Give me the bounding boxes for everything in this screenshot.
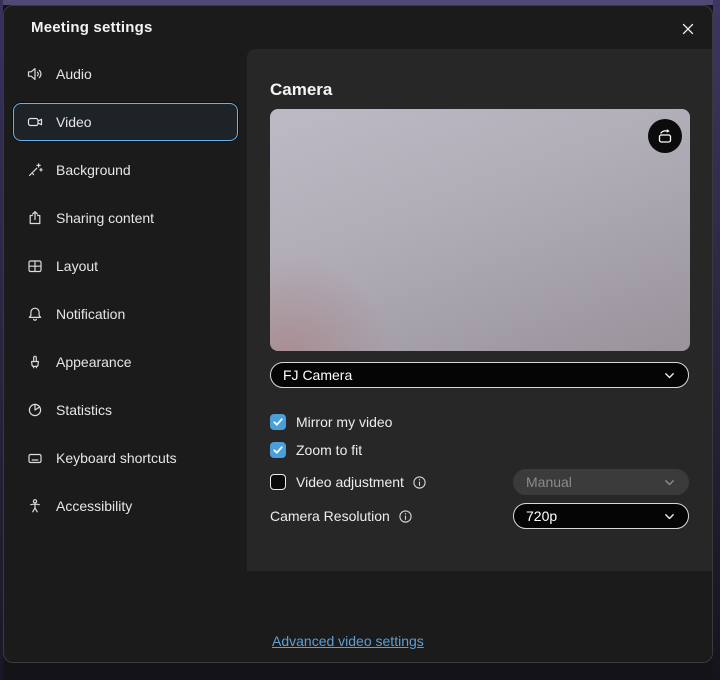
layout-grid-icon — [26, 257, 44, 275]
sidebar-item-statistics[interactable]: Statistics — [13, 391, 238, 429]
brush-icon — [26, 353, 44, 371]
accessibility-icon — [26, 497, 44, 515]
sidebar-item-label: Accessibility — [56, 498, 132, 514]
pie-chart-icon — [26, 401, 44, 419]
sidebar-item-label: Sharing content — [56, 210, 154, 226]
camera-resolution-value: 720p — [526, 508, 557, 524]
video-settings-panel: Camera FJ Camera — [247, 49, 712, 571]
zoom-to-fit-checkbox[interactable] — [270, 442, 286, 458]
close-button[interactable] — [674, 15, 702, 43]
camera-device-value: FJ Camera — [283, 367, 352, 383]
sidebar-item-notification[interactable]: Notification — [13, 295, 238, 333]
rotate-camera-icon — [655, 126, 675, 146]
video-camera-icon — [26, 113, 44, 131]
share-icon — [26, 209, 44, 227]
camera-resolution-label: Camera Resolution — [270, 508, 390, 524]
sidebar-item-label: Video — [56, 114, 92, 130]
video-adjustment-mode-value: Manual — [526, 474, 572, 490]
camera-resolution-row: Camera Resolution 720p — [270, 503, 689, 529]
zoom-to-fit-row: Zoom to fit — [270, 441, 689, 458]
bell-icon — [26, 305, 44, 323]
sidebar-item-label: Statistics — [56, 402, 112, 418]
video-adjustment-label[interactable]: Video adjustment — [296, 474, 404, 490]
mirror-video-checkbox[interactable] — [270, 414, 286, 430]
close-icon — [681, 22, 695, 36]
chevron-down-icon — [663, 476, 676, 489]
panel-footer: Advanced video settings — [247, 571, 712, 662]
dialog-title: Meeting settings — [31, 19, 153, 36]
sidebar-item-label: Keyboard shortcuts — [56, 450, 177, 466]
video-adjustment-row: Video adjustment Manual — [270, 469, 689, 495]
checkmark-icon — [272, 416, 284, 428]
info-icon[interactable] — [398, 509, 413, 524]
video-adjustment-checkbox[interactable] — [270, 474, 286, 490]
sidebar-item-label: Audio — [56, 66, 92, 82]
panel-heading: Camera — [270, 80, 688, 100]
sidebar-item-sharing-content[interactable]: Sharing content — [13, 199, 238, 237]
chevron-down-icon — [663, 510, 676, 523]
info-icon[interactable] — [412, 475, 427, 490]
camera-preview — [270, 109, 690, 351]
magic-wand-icon — [26, 161, 44, 179]
zoom-to-fit-label[interactable]: Zoom to fit — [296, 442, 362, 458]
camera-resolution-select[interactable]: 720p — [513, 503, 689, 529]
sidebar-item-label: Layout — [56, 258, 98, 274]
camera-device-select[interactable]: FJ Camera — [270, 362, 689, 388]
sidebar-item-layout[interactable]: Layout — [13, 247, 238, 285]
keyboard-icon — [26, 449, 44, 467]
mirror-video-row: Mirror my video — [270, 413, 689, 430]
rotate-camera-button[interactable] — [648, 119, 682, 153]
sidebar-item-label: Notification — [56, 306, 125, 322]
settings-sidebar: Audio Video — [4, 50, 247, 662]
sidebar-item-audio[interactable]: Audio — [13, 55, 238, 93]
desktop-background-right — [713, 0, 720, 680]
sidebar-item-appearance[interactable]: Appearance — [13, 343, 238, 381]
sidebar-item-accessibility[interactable]: Accessibility — [13, 487, 238, 525]
video-options: Mirror my video Zoom to fit — [270, 413, 689, 529]
sidebar-item-label: Appearance — [56, 354, 132, 370]
meeting-settings-dialog: Meeting settings Audio — [3, 5, 713, 663]
sidebar-item-background[interactable]: Background — [13, 151, 238, 189]
sidebar-item-video[interactable]: Video — [13, 103, 238, 141]
speaker-icon — [26, 65, 44, 83]
checkmark-icon — [272, 444, 284, 456]
desktop: Meeting settings Audio — [0, 0, 720, 680]
advanced-video-settings-link[interactable]: Advanced video settings — [272, 633, 424, 649]
mirror-video-label[interactable]: Mirror my video — [296, 414, 392, 430]
sidebar-item-label: Background — [56, 162, 131, 178]
chevron-down-icon — [663, 369, 676, 382]
sidebar-item-keyboard-shortcuts[interactable]: Keyboard shortcuts — [13, 439, 238, 477]
video-adjustment-mode-select: Manual — [513, 469, 689, 495]
